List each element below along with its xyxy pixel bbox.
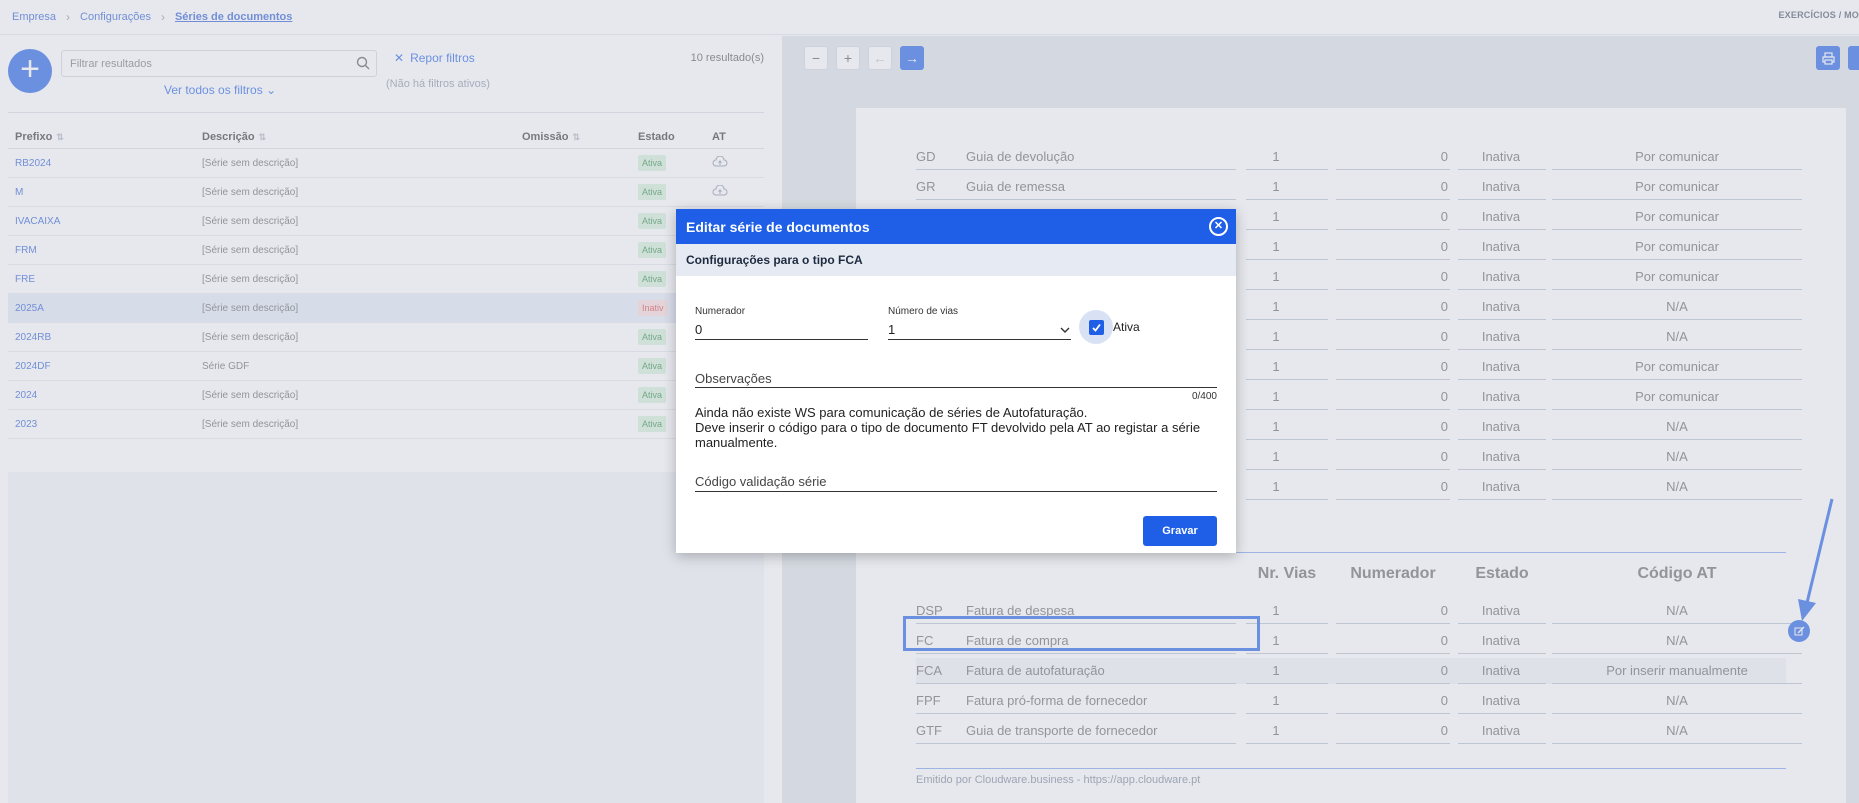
close-icon: ✕ bbox=[1213, 220, 1224, 232]
save-button[interactable]: Gravar bbox=[1143, 516, 1217, 546]
observacoes-input[interactable]: Observações bbox=[695, 371, 772, 386]
observacoes-underline bbox=[695, 387, 1217, 388]
info-line-1: Ainda não existe WS para comunicação de … bbox=[695, 405, 1088, 420]
close-modal-button[interactable]: ✕ bbox=[1209, 217, 1228, 236]
modal-subtitle: Configurações para o tipo FCA bbox=[676, 244, 1236, 276]
edit-series-modal: Editar série de documentos ✕ Configuraçõ… bbox=[676, 209, 1236, 553]
numerador-label: Numerador bbox=[695, 306, 746, 317]
numerador-input[interactable]: 0 bbox=[695, 322, 702, 337]
observacoes-counter: 0/400 bbox=[1191, 391, 1217, 402]
info-line-2: Deve inserir o código para o tipo de doc… bbox=[695, 420, 1201, 450]
check-icon bbox=[1088, 319, 1104, 335]
modal-title: Editar série de documentos bbox=[686, 218, 870, 235]
codigo-underline bbox=[695, 491, 1217, 492]
chevron-down-icon[interactable] bbox=[1060, 326, 1070, 334]
ativa-checkbox[interactable] bbox=[1079, 310, 1113, 344]
vias-underline bbox=[888, 339, 1071, 340]
vias-select[interactable]: 1 bbox=[888, 322, 895, 337]
modal-header: Editar série de documentos ✕ bbox=[676, 209, 1236, 244]
ativa-label: Ativa bbox=[1113, 320, 1140, 334]
vias-label: Número de vias bbox=[888, 306, 959, 317]
info-message: Ainda não existe WS para comunicação de … bbox=[695, 405, 1215, 450]
codigo-validacao-input[interactable]: Código validação série bbox=[695, 474, 827, 489]
numerador-underline bbox=[695, 339, 868, 340]
